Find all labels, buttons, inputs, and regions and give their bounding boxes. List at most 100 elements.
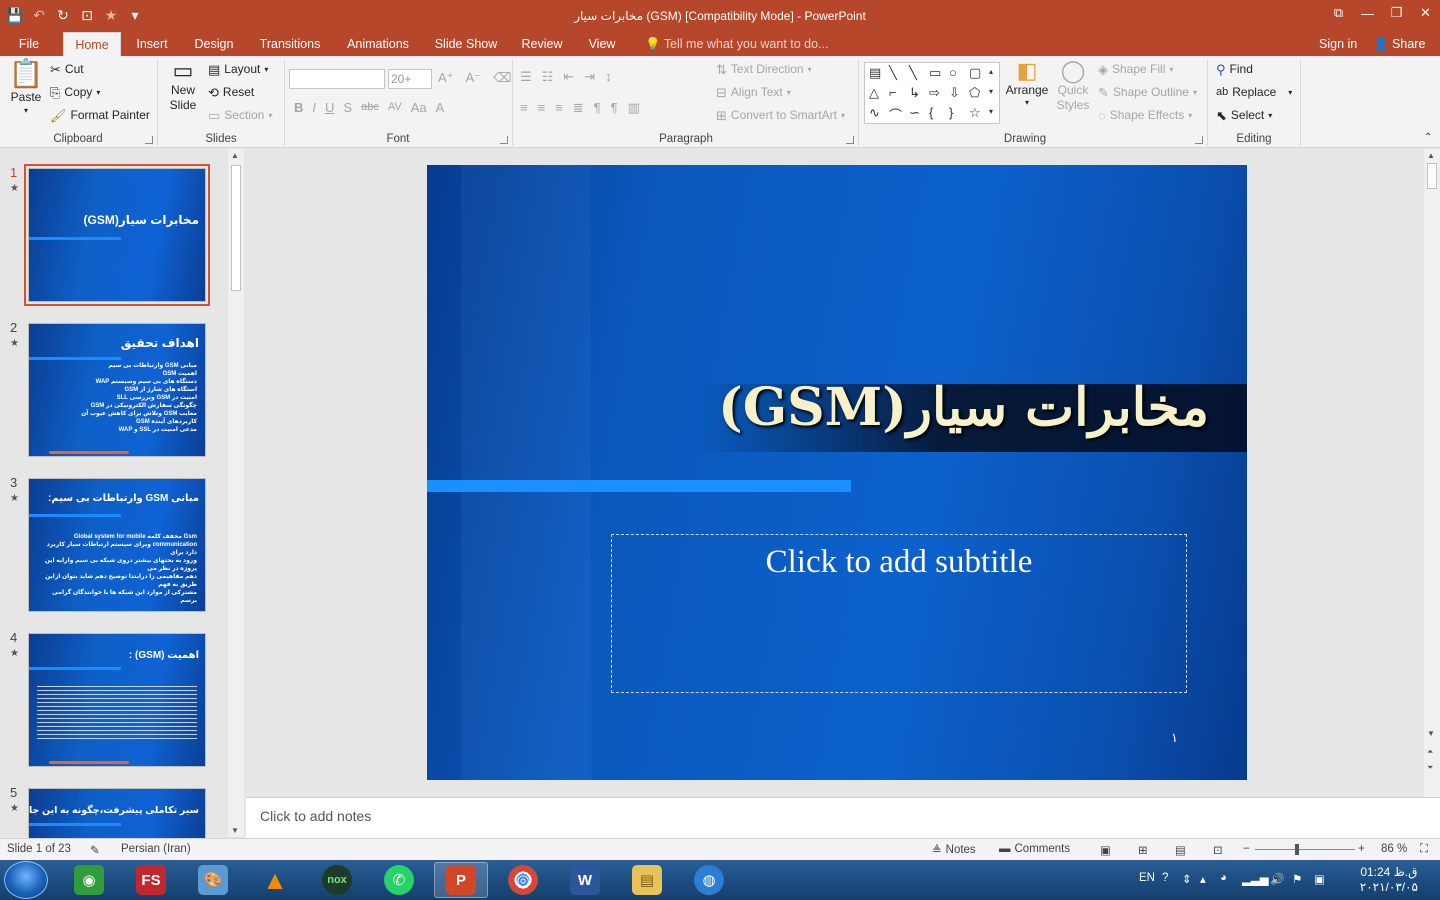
shrink-font-icon[interactable]: A⁻ <box>466 71 482 84</box>
align-center-icon[interactable]: ≡ <box>538 101 546 114</box>
tray-app-icon[interactable]: ◕ <box>1220 872 1227 884</box>
notes-toggle[interactable]: ≜ Notes <box>932 843 976 857</box>
tab-insert[interactable]: Insert <box>128 32 176 56</box>
taskbar-word[interactable]: W <box>558 862 612 898</box>
font-name-combobox[interactable] <box>289 69 385 89</box>
clear-formatting-icon[interactable]: ⌫ <box>493 71 511 84</box>
paste-button[interactable]: 📋 Paste ▾ <box>8 60 44 116</box>
line-spacing-icon[interactable]: ↕ <box>605 70 612 83</box>
font-size-combobox[interactable]: 20+ <box>388 69 432 89</box>
tab-file[interactable]: File <box>8 32 50 56</box>
tab-slide-show[interactable]: Slide Show <box>430 32 502 56</box>
shapes-gallery[interactable]: ▤ ╲ ╲ ▭ ○ ▢ △ ⌐ ↳ ⇨ ⇩ ⬠ ∿ ⌒ ∽ { } ☆ ▴ ▾ … <box>864 62 1000 124</box>
slide-thumbnail-1[interactable]: مخابرات سیار(GSM) <box>24 164 210 306</box>
columns-icon[interactable]: ▥ <box>628 101 640 114</box>
tell-me-search[interactable]: 💡 Tell me what you want to do... <box>645 32 828 56</box>
slide-thumbnail-5[interactable]: سیر تکاملی پیشرفت،چگونه به این جارسیدیم … <box>28 788 206 838</box>
numbering-icon[interactable]: ☷ <box>542 70 554 83</box>
character-spacing-button[interactable]: AV <box>388 102 402 113</box>
text-shadow-button[interactable]: S <box>343 101 352 114</box>
bold-button[interactable]: B <box>294 101 303 114</box>
grow-font-icon[interactable]: A⁺ <box>438 71 454 84</box>
comments-toggle[interactable]: ▬ Comments <box>999 843 1070 855</box>
tray-settings-icon[interactable]: ⇕ <box>1182 872 1192 886</box>
maximize-icon[interactable]: ❐ <box>1382 0 1411 26</box>
collapse-ribbon-icon[interactable]: ⌃ <box>1424 132 1432 143</box>
tab-home[interactable]: Home <box>63 32 121 56</box>
cut-button[interactable]: ✂ Cut <box>50 62 84 76</box>
freeform-shape-icon[interactable]: ∽ <box>909 105 920 121</box>
triangle-shape-icon[interactable]: △ <box>869 85 879 101</box>
zoom-out-icon[interactable]: − <box>1243 843 1250 855</box>
slide-scrollbar[interactable]: ▲ ▼ ⏶ ⏷ <box>1424 149 1440 797</box>
curve-shape-icon[interactable]: ∿ <box>869 105 880 121</box>
scroll-down-icon[interactable]: ▼ <box>1427 729 1435 738</box>
paragraph-launcher-icon[interactable] <box>846 136 854 144</box>
reading-view-icon[interactable]: ▤ <box>1175 843 1186 857</box>
zoom-slider-track[interactable] <box>1255 849 1355 850</box>
thumbnails-scrollbar[interactable]: ▲ ▼ <box>228 149 244 837</box>
slide-thumbnail-3[interactable]: مبانی GSM وارتباطات بی سیم: Gsm مخفف کلم… <box>28 478 206 612</box>
taskbar-nox[interactable]: nox <box>310 862 364 898</box>
taskbar-powerpoint[interactable]: P <box>434 862 488 898</box>
format-painter-button[interactable]: 🖌 Format Painter <box>50 108 150 122</box>
drawing-launcher-icon[interactable] <box>1195 136 1203 144</box>
taskbar-explorer[interactable]: ▤ <box>620 862 674 898</box>
right-brace-shape-icon[interactable]: } <box>949 105 953 120</box>
clock[interactable]: 01:24 ق.ظ ۲۰۲۱/۰۳/۰۵ <box>1360 865 1418 895</box>
scrollbar-thumb[interactable] <box>231 165 241 291</box>
textbox-shape-icon[interactable]: ▤ <box>869 65 881 81</box>
taskbar-chrome[interactable]: ◎ <box>496 862 550 898</box>
network-icon[interactable]: ▂▃▅ <box>1242 872 1269 886</box>
decrease-indent-icon[interactable]: ⇤ <box>563 70 574 83</box>
language-bar[interactable]: EN <box>1139 872 1155 884</box>
notes-pane[interactable]: Click to add notes <box>246 797 1440 838</box>
volume-icon[interactable]: 🔊 <box>1270 872 1284 886</box>
taskbar-audio[interactable]: ◍ <box>682 862 736 898</box>
tray-device-icon[interactable]: ▣ <box>1314 872 1325 886</box>
bullets-icon[interactable]: ☰ <box>520 70 532 83</box>
zoom-slider-thumb[interactable] <box>1295 844 1299 855</box>
line-shape-icon[interactable]: ╲ <box>889 65 897 81</box>
rtl-icon[interactable]: ¶ <box>611 101 618 114</box>
slide-title[interactable]: (GSM)مخابرات سیار <box>718 377 1209 438</box>
normal-view-icon[interactable]: ▣ <box>1100 843 1111 857</box>
align-text-button[interactable]: ⊟ Align Text ▾ <box>716 85 791 99</box>
slide-canvas[interactable]: (GSM)مخابرات سیار Click to add subtitle … <box>427 165 1247 780</box>
taskbar-faststone[interactable]: FS <box>124 862 178 898</box>
reset-button[interactable]: ⟲ Reset <box>208 85 254 99</box>
tab-design[interactable]: Design <box>188 32 240 56</box>
underline-button[interactable]: U <box>325 101 334 114</box>
tab-view[interactable]: View <box>582 32 622 56</box>
arc-shape-icon[interactable]: ⌒ <box>889 105 902 124</box>
taskbar-vlc[interactable]: ▲ <box>248 862 302 898</box>
down-arrow-shape-icon[interactable]: ⇩ <box>949 85 960 101</box>
help-icon[interactable]: ? <box>1162 872 1168 884</box>
tab-animations[interactable]: Animations <box>340 32 416 56</box>
increase-indent-icon[interactable]: ⇥ <box>584 70 595 83</box>
start-button[interactable] <box>4 861 48 899</box>
zoom-level[interactable]: 86 % <box>1381 843 1407 855</box>
line2-shape-icon[interactable]: ╲ <box>909 65 917 81</box>
layout-button[interactable]: ▤ Layout ▾ <box>208 62 268 76</box>
taskbar-idm[interactable]: ◉ <box>62 862 116 898</box>
fit-to-window-icon[interactable]: ⛶ <box>1420 843 1428 856</box>
quick-styles-button[interactable]: ◯ Quick Styles <box>1052 60 1094 113</box>
align-right-icon[interactable]: ≡ <box>555 101 563 114</box>
right-arrow-shape-icon[interactable]: ⇨ <box>929 85 940 101</box>
align-left-icon[interactable]: ≡ <box>520 101 528 114</box>
close-icon[interactable]: ✕ <box>1411 0 1440 26</box>
notes-placeholder[interactable]: Click to add notes <box>260 808 371 824</box>
font-color-icon[interactable]: A <box>436 101 445 114</box>
slide-thumbnail-4[interactable]: اهمیت (GSM) : <box>28 633 206 767</box>
elbow-shape-icon[interactable]: ⌐ <box>889 85 897 100</box>
rounded-rect-shape-icon[interactable]: ▢ <box>969 65 981 81</box>
ribbon-display-options-icon[interactable]: ⧉ <box>1324 0 1353 26</box>
elbow-arrow-shape-icon[interactable]: ↳ <box>909 85 920 101</box>
share-button[interactable]: 👤 Share <box>1373 32 1425 56</box>
ltr-icon[interactable]: ¶ <box>594 101 601 114</box>
arrange-button[interactable]: ◧ Arrange ▾ <box>1006 60 1049 108</box>
slide-sorter-icon[interactable]: ⊞ <box>1138 843 1148 857</box>
scrollbar-thumb[interactable] <box>1427 163 1437 189</box>
slideshow-view-icon[interactable]: ⊡ <box>1213 843 1223 857</box>
